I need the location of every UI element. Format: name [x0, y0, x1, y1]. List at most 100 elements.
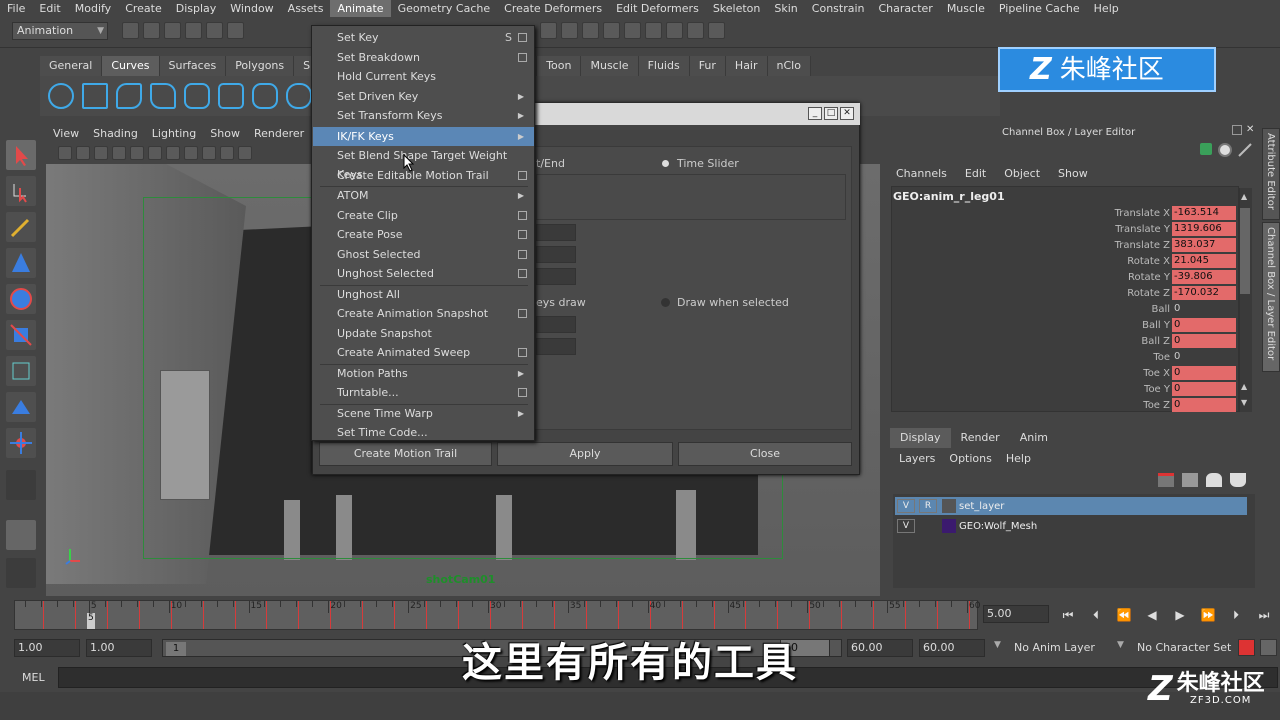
end-time-field[interactable]: 60.00	[919, 639, 985, 657]
channel-row[interactable]: Translate X -163.514	[891, 205, 1239, 221]
lighting-icon[interactable]	[238, 146, 252, 160]
channel-row[interactable]: Ball Z0	[891, 333, 1239, 349]
keyframe-marker[interactable]	[202, 601, 204, 629]
menu-item[interactable]: Set Time Code...	[313, 423, 534, 442]
snap-grid-icon[interactable]	[561, 22, 578, 39]
layout-single-pane-icon[interactable]	[6, 520, 36, 550]
layer-color-swatch[interactable]	[942, 519, 956, 533]
menu-item[interactable]: Set Breakdown	[313, 48, 534, 67]
menu-animate[interactable]: Animate	[330, 0, 391, 17]
menu-muscle[interactable]: Muscle	[940, 0, 992, 17]
trail-thickness-field[interactable]	[536, 268, 576, 285]
channel-row[interactable]: Toe Y0	[891, 381, 1239, 397]
layer-editor-tab[interactable]: Anim	[1010, 428, 1058, 448]
ipr-render-icon[interactable]	[687, 22, 704, 39]
menu-file[interactable]: File	[0, 0, 32, 17]
snap-curve-icon[interactable]	[582, 22, 599, 39]
layer-editor-tab[interactable]: Render	[951, 428, 1010, 448]
option-box-icon[interactable]	[518, 210, 527, 220]
channel-box-menu-item[interactable]: Show	[1058, 167, 1088, 180]
channel-row[interactable]: Rotate X 21.045	[891, 253, 1239, 269]
grid-toggle-icon[interactable]	[130, 146, 144, 160]
shelf-tab[interactable]: Hair	[725, 56, 768, 76]
channel-row[interactable]: Translate Z 383.037	[891, 237, 1239, 253]
resolution-gate-icon[interactable]	[166, 146, 180, 160]
smooth-shade-icon[interactable]	[202, 146, 216, 160]
channel-value[interactable]: -163.514	[1172, 206, 1236, 220]
time-slider[interactable]: 5 10 15 20 25 30 35 40 45 50 55 60 5	[14, 600, 980, 630]
channel-row[interactable]: Ball 0	[891, 301, 1239, 317]
paint-select-icon[interactable]	[6, 212, 36, 242]
channel-value[interactable]: -39.806	[1172, 270, 1236, 284]
option-box-icon[interactable]	[518, 269, 527, 278]
maximize-icon[interactable]: □	[824, 107, 838, 120]
keyframe-marker[interactable]	[905, 601, 907, 629]
menu-item[interactable]: Unghost All	[313, 285, 534, 304]
close-button[interactable]: Close	[678, 442, 852, 466]
viewport-menu-item[interactable]: Show	[203, 124, 247, 144]
step-back-key-icon[interactable]: ⏪	[1116, 607, 1132, 623]
menu-pipeline-cache[interactable]: Pipeline Cache	[992, 0, 1087, 17]
channel-value[interactable]: 0	[1172, 302, 1236, 316]
viewport-menu-item[interactable]: Lighting	[145, 124, 203, 144]
soft-mod-icon[interactable]	[6, 392, 36, 422]
range-slider-start-handle[interactable]: 1	[166, 642, 186, 656]
menu-create-deformers[interactable]: Create Deformers	[497, 0, 609, 17]
channel-row[interactable]: Rotate Y -39.806	[891, 269, 1239, 285]
new-layer-selected-icon[interactable]	[1182, 473, 1198, 487]
menu-skeleton[interactable]: Skeleton	[706, 0, 768, 17]
menu-item[interactable]: Hold Current Keys	[313, 67, 534, 86]
channel-box-menu-item[interactable]: Channels	[896, 167, 947, 180]
display-mode-icon[interactable]	[1218, 143, 1232, 157]
option-box-icon[interactable]	[518, 249, 527, 259]
keyframe-marker[interactable]	[234, 601, 236, 629]
keyframe-marker[interactable]	[42, 601, 44, 629]
menu-item[interactable]: Set Blend Shape Target Weight Keys	[313, 146, 534, 181]
frames-field[interactable]	[536, 246, 576, 263]
menu-display[interactable]: Display	[169, 0, 224, 17]
rotate-tool-icon[interactable]	[6, 284, 36, 314]
keyframe-marker[interactable]	[458, 601, 460, 629]
keyframe-marker[interactable]	[777, 601, 779, 629]
current-frame-field[interactable]: 5.00	[983, 605, 1049, 623]
playback-end-field[interactable]: 60.00	[847, 639, 913, 657]
option-box-icon[interactable]	[518, 52, 527, 62]
select-component-icon[interactable]	[227, 22, 244, 39]
camera-attributes-icon[interactable]	[76, 146, 90, 160]
circle-curve-icon[interactable]	[48, 83, 74, 109]
menu-item[interactable]: Create Editable Motion Trail	[313, 166, 534, 185]
layer-visibility-toggle[interactable]: V	[897, 519, 915, 533]
menu-item[interactable]: Create Pose	[313, 225, 534, 244]
cv-curve-icon[interactable]	[116, 83, 142, 109]
new-scene-icon[interactable]	[122, 22, 139, 39]
save-scene-icon[interactable]	[164, 22, 181, 39]
lasso-tool-icon[interactable]	[6, 176, 36, 206]
menu-create[interactable]: Create	[118, 0, 169, 17]
channel-row[interactable]: Translate Y 1319.606	[891, 221, 1239, 237]
keyframe-marker[interactable]	[681, 601, 683, 629]
go-to-end-icon[interactable]: ⏭	[1256, 607, 1272, 623]
select-tool-icon[interactable]	[6, 140, 36, 170]
option-box-icon[interactable]	[518, 388, 527, 397]
menu-item[interactable]: Ghost Selected	[313, 245, 534, 264]
channel-value[interactable]: 0	[1172, 350, 1236, 364]
move-down-icon[interactable]	[1230, 473, 1246, 487]
arc-tool-icon[interactable]	[218, 83, 244, 109]
keyframe-marker[interactable]	[713, 601, 715, 629]
mode-selector[interactable]: Animation ▼	[12, 22, 108, 40]
textured-icon[interactable]	[220, 146, 234, 160]
menu-geometry-cache[interactable]: Geometry Cache	[391, 0, 498, 17]
wireframe-icon[interactable]	[184, 146, 198, 160]
float-panel-icon[interactable]	[1232, 125, 1242, 135]
camera-select-icon[interactable]	[58, 146, 72, 160]
channel-value[interactable]: 0	[1172, 366, 1236, 380]
channel-value[interactable]: 0	[1172, 318, 1236, 332]
menu-edit[interactable]: Edit	[32, 0, 67, 17]
channel-value[interactable]: 0	[1172, 382, 1236, 396]
channel-row[interactable]: Rotate Z -170.032	[891, 285, 1239, 301]
playback-start-field[interactable]: 1.00	[86, 639, 152, 657]
channel-row[interactable]: Toe X0	[891, 365, 1239, 381]
menu-help[interactable]: Help	[1087, 0, 1126, 17]
menu-item[interactable]: Create Animated Sweep	[313, 343, 534, 362]
select-object-icon[interactable]	[206, 22, 223, 39]
